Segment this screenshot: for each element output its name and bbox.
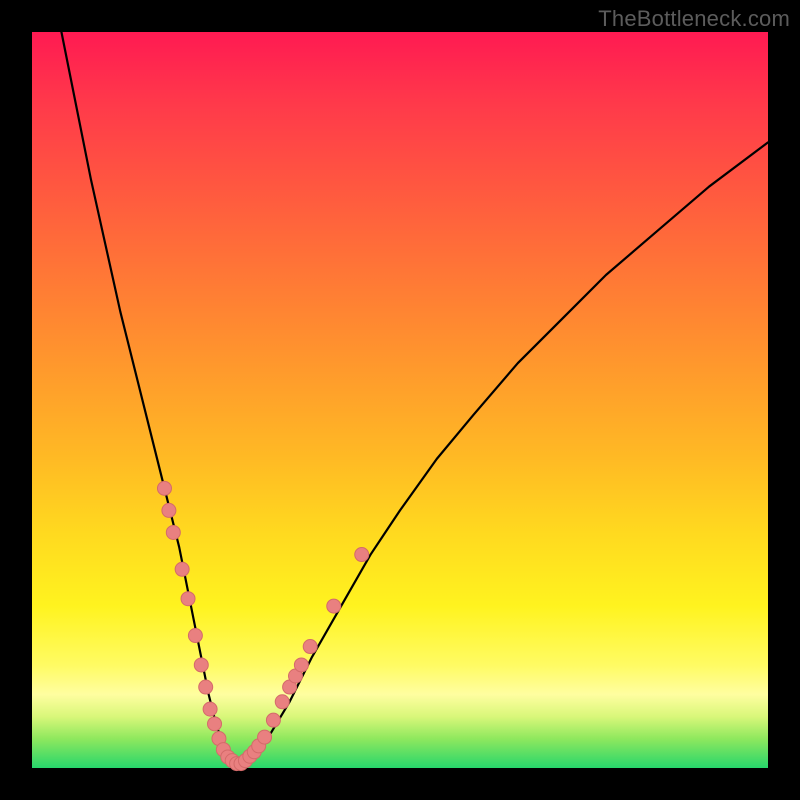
marker-dot — [199, 680, 213, 694]
chart-plot-area — [32, 32, 768, 768]
bottleneck-curve — [61, 32, 768, 764]
marker-dot — [188, 629, 202, 643]
marker-dot — [175, 562, 189, 576]
marker-dot — [162, 503, 176, 517]
chart-frame: TheBottleneck.com — [0, 0, 800, 800]
marker-dot — [203, 702, 217, 716]
marker-dot — [303, 640, 317, 654]
marker-dot — [294, 658, 308, 672]
marker-dot — [275, 695, 289, 709]
marker-dot — [266, 713, 280, 727]
markers — [157, 481, 368, 770]
marker-dot — [181, 592, 195, 606]
chart-svg — [32, 32, 768, 768]
marker-dot — [355, 548, 369, 562]
marker-dot — [166, 525, 180, 539]
marker-dot — [208, 717, 222, 731]
marker-dot — [258, 730, 272, 744]
marker-dot — [194, 658, 208, 672]
marker-dot — [327, 599, 341, 613]
marker-dot — [157, 481, 171, 495]
watermark-text: TheBottleneck.com — [598, 6, 790, 32]
